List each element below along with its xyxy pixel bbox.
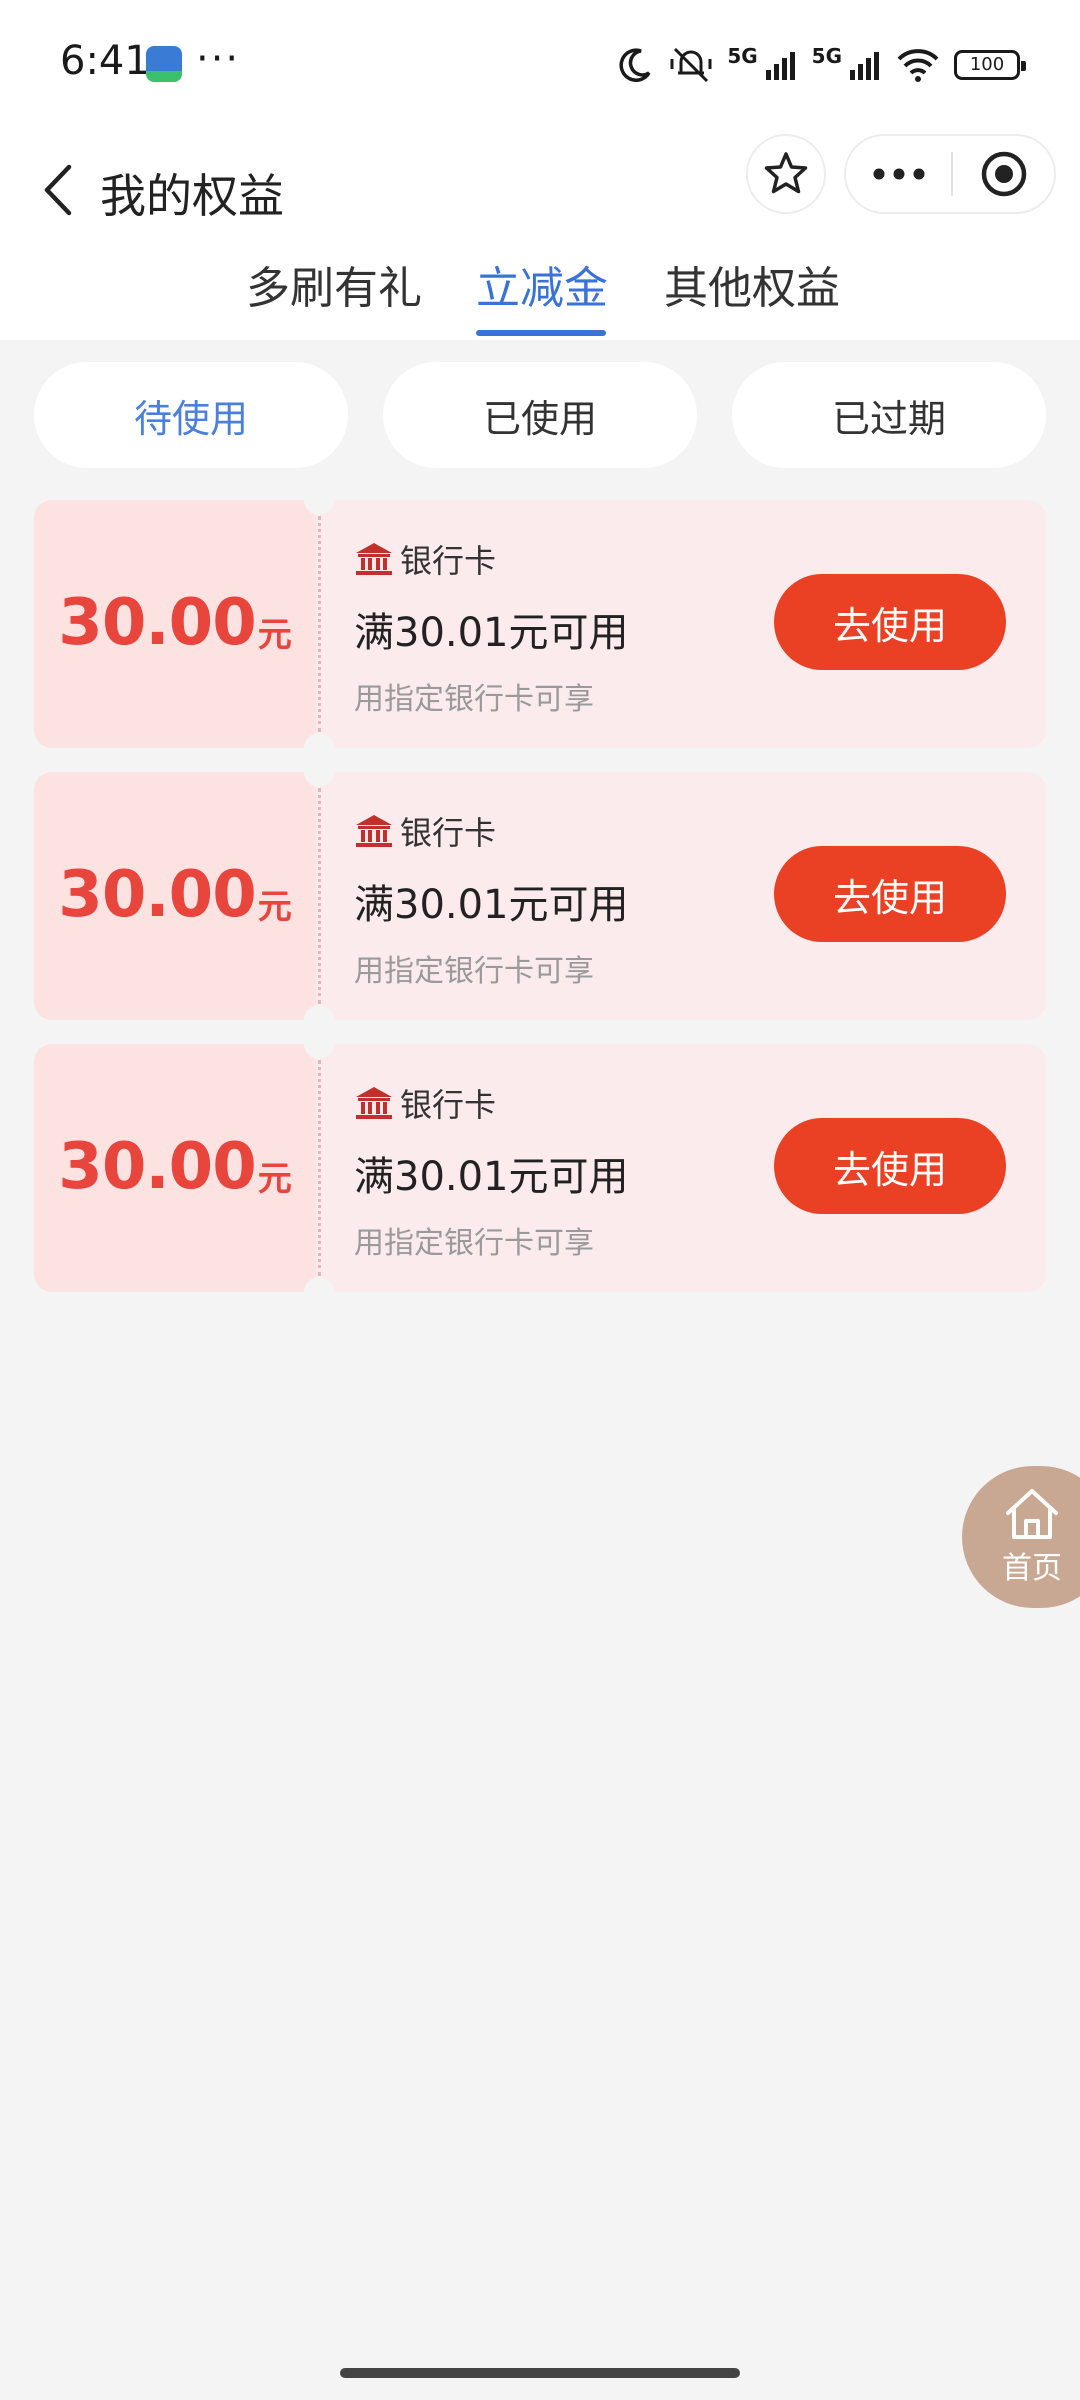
favorite-button[interactable] [746, 134, 826, 214]
more-button[interactable] [846, 136, 951, 212]
chevron-left-icon [44, 164, 72, 216]
status-time: 6:41 [60, 38, 150, 84]
coupon-condition: 满30.01元可用 [354, 1154, 629, 1200]
coupon-note: 用指定银行卡可享 [354, 682, 594, 717]
coupon-details: 银行卡 满30.01元可用 用指定银行卡可享 [354, 808, 629, 990]
coupon-amount-block: 30.00 元 [34, 500, 316, 748]
home-label: 首页 [1002, 1551, 1062, 1586]
tab-other-benefits[interactable]: 其他权益 [664, 252, 840, 316]
more-dots-icon [873, 168, 924, 180]
tab-lijianjin[interactable]: 立减金 [476, 252, 608, 316]
coupon-divider [318, 516, 321, 732]
bank-icon [356, 815, 392, 847]
coupon-amount-block: 30.00 元 [34, 772, 316, 1020]
coupon-card-type: 银行卡 [354, 808, 629, 854]
coupon-note: 用指定银行卡可享 [354, 1226, 594, 1261]
coupon-amount-block: 30.00 元 [34, 1044, 316, 1292]
home-floating-button[interactable]: 首页 [962, 1466, 1080, 1608]
status-more-icon: ··· [196, 36, 241, 82]
coupon-divider [318, 788, 321, 1004]
card-type-label: 银行卡 [400, 542, 497, 580]
network-5g-label-2: 5G [811, 44, 842, 68]
moon-icon [619, 48, 651, 82]
coupon-card-type: 银行卡 [354, 536, 629, 582]
status-filters: 待使用 已使用 已过期 [34, 362, 1046, 468]
signal-icon [765, 52, 795, 80]
coupon-card: 30.00 元 银行卡 满30.01元可用 用指定银行卡可享 去使用 [34, 1044, 1046, 1292]
mute-bell-icon [670, 47, 712, 83]
home-icon [1006, 1489, 1058, 1539]
filter-pending[interactable]: 待使用 [34, 362, 348, 468]
coupon-amount-unit: 元 [257, 1159, 292, 1199]
coupon-card-type: 银行卡 [354, 1080, 629, 1126]
coupon-note: 用指定银行卡可享 [354, 954, 594, 989]
wifi-icon [897, 49, 939, 82]
mini-program-capsule [844, 134, 1056, 214]
signal-icon-2 [850, 52, 879, 80]
status-icons: 5G 5G 100 [615, 40, 1026, 90]
coupon-amount: 30.00 [58, 586, 256, 660]
active-tab-indicator [476, 330, 606, 336]
use-coupon-button[interactable]: 去使用 [774, 1118, 1006, 1214]
coupon-card: 30.00 元 银行卡 满30.01元可用 用指定银行卡可享 去使用 [34, 772, 1046, 1020]
star-icon [764, 152, 808, 194]
header: 我的权益 多刷有礼 立减金 其他权益 [0, 130, 1080, 340]
filter-used[interactable]: 已使用 [383, 362, 697, 468]
use-coupon-button[interactable]: 去使用 [774, 574, 1006, 670]
network-5g-label: 5G [727, 44, 758, 68]
app-notification-icon [146, 46, 182, 82]
target-icon [981, 151, 1026, 197]
tab-bar: 多刷有礼 立减金 其他权益 [0, 240, 1080, 340]
page: 6:41 ··· 5G 5G 100 我的权益 多刷有礼 立减金 其他权益 待使… [0, 0, 1080, 2400]
coupon-details: 银行卡 满30.01元可用 用指定银行卡可享 [354, 536, 629, 718]
gesture-home-indicator[interactable] [340, 2368, 740, 2378]
battery-icon: 100 [954, 50, 1026, 80]
coupon-amount-unit: 元 [257, 887, 292, 927]
coupon-details: 银行卡 满30.01元可用 用指定银行卡可享 [354, 1080, 629, 1262]
use-coupon-button[interactable]: 去使用 [774, 846, 1006, 942]
card-type-label: 银行卡 [400, 1086, 497, 1124]
bank-icon [356, 543, 392, 575]
tab-duoshua[interactable]: 多刷有礼 [246, 252, 422, 316]
coupon-condition: 满30.01元可用 [354, 610, 629, 656]
status-bar: 6:41 ··· 5G 5G 100 [0, 0, 1080, 130]
page-title: 我的权益 [100, 169, 284, 223]
coupon-condition: 满30.01元可用 [354, 882, 629, 928]
back-button[interactable] [28, 150, 88, 230]
close-mini-program-button[interactable] [953, 136, 1054, 212]
card-type-label: 银行卡 [400, 814, 497, 852]
coupon-card: 30.00 元 银行卡 满30.01元可用 用指定银行卡可享 去使用 [34, 500, 1046, 748]
coupon-divider [318, 1060, 321, 1276]
battery-level: 100 [969, 54, 1005, 75]
coupon-amount: 30.00 [58, 858, 256, 932]
coupon-amount-unit: 元 [257, 615, 292, 655]
filter-expired[interactable]: 已过期 [732, 362, 1046, 468]
bank-icon [356, 1087, 392, 1119]
coupon-amount: 30.00 [58, 1130, 256, 1204]
